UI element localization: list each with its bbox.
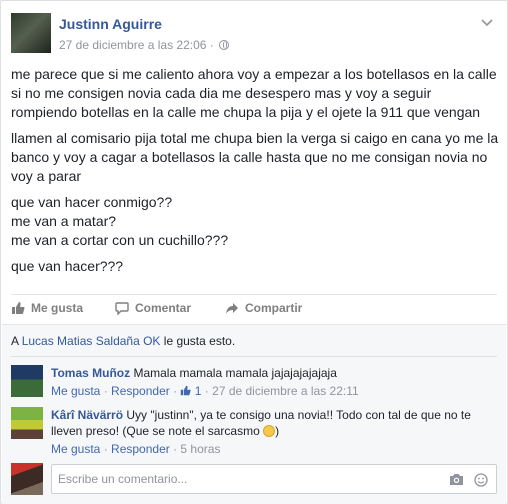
share-button[interactable]: Compartir xyxy=(225,301,302,315)
comment-footer: Me gusta · Responder · 1 · 27 de diciemb… xyxy=(51,384,359,398)
meta-separator: · xyxy=(209,38,214,52)
post-actions: Me gusta Comentar Compartir xyxy=(11,294,497,322)
commenter-name[interactable]: Tomas Muñoz xyxy=(51,366,130,380)
likes-summary: A Lucas Matias Saldaña OK le gusta esto. xyxy=(11,334,235,348)
comment-reply-link[interactable]: Responder xyxy=(111,442,170,456)
comment-label: Comentar xyxy=(135,301,192,315)
post-header: Justinn Aguirre 27 de diciembre a las 22… xyxy=(11,13,497,57)
likes-suffix: le gusta esto. xyxy=(163,334,236,348)
comment-text-end: ) xyxy=(275,424,280,438)
comment-item: Tomas Muñoz Mamala mamala mamala jajajaj… xyxy=(11,365,497,401)
comment-input[interactable]: Escribe un comentario... xyxy=(51,464,497,494)
like-button[interactable]: Me gusta xyxy=(11,301,83,315)
chevron-down-icon[interactable] xyxy=(479,15,495,31)
emoji-icon[interactable] xyxy=(474,473,488,487)
like-count-badge[interactable]: 1 xyxy=(180,384,204,398)
post-timestamp[interactable]: 27 de diciembre a las 22:06 xyxy=(59,38,206,52)
post-paragraph: que van hacer conmigo?? me van a matar? … xyxy=(11,194,229,248)
comments-section: A Lucas Matias Saldaña OK le gusta esto.… xyxy=(2,324,506,504)
globe-icon[interactable] xyxy=(219,40,230,50)
unamused-emoji-icon xyxy=(263,425,276,437)
comment-input-placeholder: Escribe un comentario... xyxy=(58,472,188,486)
comment-icon xyxy=(115,301,129,315)
comment-footer: Me gusta · Responder · 5 horas xyxy=(51,442,221,456)
composer-icons xyxy=(449,473,488,487)
thumbs-up-icon xyxy=(12,302,25,314)
comment-body: Kârî Nävärrö Uyy "justinn", ya te consig… xyxy=(51,407,497,457)
author-avatar[interactable] xyxy=(11,13,51,53)
like-count: 1 xyxy=(194,384,202,398)
likes-prefix: A xyxy=(11,334,19,348)
comment-text: Mamala mamala mamala jajajajajajaja xyxy=(133,366,337,380)
divider xyxy=(11,356,497,357)
commenter-avatar[interactable] xyxy=(11,407,43,439)
camera-icon[interactable] xyxy=(449,473,464,486)
likes-names-link[interactable]: Lucas Matias Saldaña OK xyxy=(22,334,161,348)
share-icon xyxy=(226,302,238,314)
comment-time[interactable]: 27 de diciembre a las 22:11 xyxy=(212,384,359,398)
comment-reply-link[interactable]: Responder xyxy=(111,384,170,398)
post-paragraph: me parece que si me caliento ahora voy a… xyxy=(11,66,497,120)
comment-like-link[interactable]: Me gusta xyxy=(51,384,100,398)
post-card: Justinn Aguirre 27 de diciembre a las 22… xyxy=(0,0,508,504)
post-body: me parece que si me caliento ahora voy a… xyxy=(11,65,499,276)
post-paragraph: llamen al comisario pija total me chupa … xyxy=(11,130,499,184)
comment-time[interactable]: 5 horas xyxy=(180,442,220,456)
comment-item: Kârî Nävärrö Uyy "justinn", ya te consig… xyxy=(11,407,497,457)
commenter-avatar[interactable] xyxy=(11,365,43,397)
thumbs-up-icon xyxy=(181,385,192,396)
comment-like-link[interactable]: Me gusta xyxy=(51,442,100,456)
comment-body: Tomas Muñoz Mamala mamala mamala jajajaj… xyxy=(51,365,497,399)
commenter-name[interactable]: Kârî Nävärrö xyxy=(51,408,123,422)
comment-button[interactable]: Comentar xyxy=(115,301,191,315)
post-paragraph: que van hacer??? xyxy=(11,258,124,274)
comment-composer: Escribe un comentario... xyxy=(11,463,497,495)
viewer-avatar[interactable] xyxy=(11,463,43,495)
like-label: Me gusta xyxy=(31,301,84,315)
share-label: Compartir xyxy=(245,301,303,315)
post-meta: 27 de diciembre a las 22:06 · xyxy=(59,38,230,52)
author-name[interactable]: Justinn Aguirre xyxy=(59,16,162,32)
